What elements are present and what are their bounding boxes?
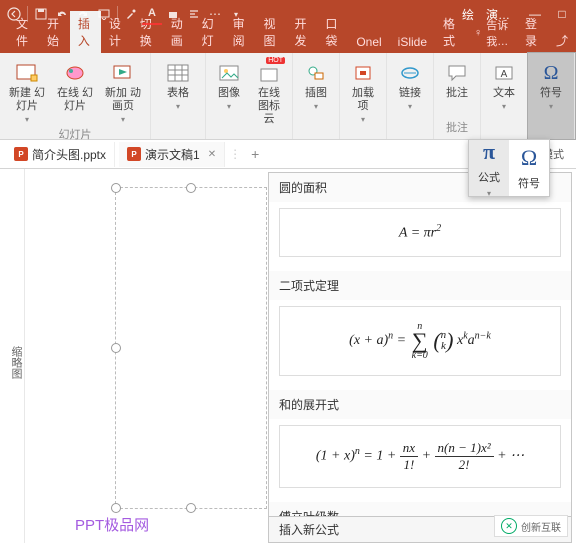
hot-icon: HOT bbox=[257, 61, 281, 85]
share-icon[interactable]: ⤴ bbox=[548, 28, 576, 53]
comments-button[interactable]: 批注 bbox=[440, 59, 474, 102]
images-button[interactable]: 图像 bbox=[212, 59, 246, 113]
symbols-button[interactable]: Ω 符号 bbox=[534, 59, 568, 113]
links-button[interactable]: 链接 bbox=[393, 59, 427, 113]
textbox-icon: A bbox=[492, 61, 516, 85]
symbols-dropdown: π 公式 ▾ Ω 符号 bbox=[468, 139, 550, 197]
comment-icon bbox=[445, 61, 469, 85]
undo-icon[interactable] bbox=[52, 4, 72, 24]
equation-gallery: 圆的面积 A = πr2 二项式定理 (x + a)n = n∑k=0 nk x… bbox=[268, 172, 572, 543]
online-icons-button[interactable]: HOT 在线 图标云 bbox=[252, 59, 286, 129]
add-tab-button[interactable]: + bbox=[245, 146, 265, 162]
gallery-heading-expansion: 和的展开式 bbox=[269, 390, 571, 419]
brand-watermark: ✕ 创新互联 bbox=[494, 515, 568, 537]
new-anim-icon bbox=[111, 61, 135, 85]
font-color-icon[interactable]: A bbox=[142, 3, 162, 25]
watermark-text: PPT极品网 bbox=[75, 514, 149, 535]
brand-icon: ✕ bbox=[501, 518, 517, 534]
online-slides-button[interactable]: 在线 幻灯片 bbox=[54, 59, 96, 115]
maximize-button[interactable]: □ bbox=[552, 4, 572, 24]
tab-format[interactable]: 格式 bbox=[435, 11, 466, 53]
ribbon: 新建 幻灯片 在线 幻灯片 新加 动画页 幻灯片 表格 bbox=[0, 53, 576, 140]
equation-circle-area[interactable]: A = πr2 bbox=[279, 208, 561, 257]
thumbnail-rail-label[interactable]: 缩略图 bbox=[0, 169, 25, 543]
align-icon[interactable] bbox=[184, 4, 204, 24]
svg-text:A: A bbox=[501, 69, 508, 80]
more-icon[interactable]: ⋯ bbox=[205, 4, 225, 24]
omega-icon: Ω bbox=[521, 145, 537, 171]
powerpoint-icon: P bbox=[127, 147, 141, 161]
content-placeholder[interactable] bbox=[115, 187, 267, 509]
equation-sum-expansion[interactable]: (1 + x)n = 1 + nx1! + n(n − 1)x²2! + ⋯ bbox=[279, 425, 561, 488]
slide-canvas[interactable]: PPT极品网 圆的面积 A = πr2 二项式定理 (x + a)n = n∑k… bbox=[25, 169, 576, 543]
equation-binomial-theorem[interactable]: (x + a)n = n∑k=0 nk xkan−k bbox=[279, 306, 561, 376]
eyedropper-icon[interactable] bbox=[121, 4, 141, 24]
tab-onekey[interactable]: Onel bbox=[348, 31, 389, 53]
illustrations-button[interactable]: 插图 bbox=[299, 59, 333, 113]
new-slide-icon bbox=[15, 61, 39, 85]
nav-back-icon[interactable] bbox=[4, 4, 24, 24]
gallery-heading-binomial: 二项式定理 bbox=[269, 271, 571, 300]
images-icon bbox=[217, 61, 241, 85]
text-button[interactable]: A 文本 bbox=[487, 59, 521, 113]
redo-icon[interactable] bbox=[73, 4, 93, 24]
pi-icon: π bbox=[483, 139, 495, 165]
powerpoint-icon: P bbox=[14, 147, 28, 161]
save-icon[interactable] bbox=[31, 4, 51, 24]
doc-tab-1[interactable]: P 简介头图.pptx bbox=[6, 142, 115, 167]
shape-fill-icon[interactable] bbox=[163, 4, 183, 24]
shapes-icon bbox=[304, 61, 328, 85]
workspace: 缩略图 PPT极品网 圆的面积 A = πr2 二项式定理 (x + a bbox=[0, 169, 576, 543]
new-anim-page-button[interactable]: 新加 动画页 bbox=[102, 59, 144, 126]
qat-customize-icon[interactable]: ▾ bbox=[226, 4, 246, 24]
login-button[interactable]: 登录 bbox=[517, 11, 548, 53]
tab-koudai[interactable]: 口袋 bbox=[317, 11, 348, 53]
tell-me-search[interactable]: ♀告诉我… bbox=[466, 13, 517, 53]
online-slides-icon bbox=[63, 61, 87, 85]
link-icon bbox=[398, 61, 422, 85]
slideshow-icon[interactable] bbox=[94, 4, 114, 24]
ribbon-tabs: 文件 开始 插入 设计 切换 动画 幻灯 审阅 视图 开发 口袋 Onel iS… bbox=[0, 28, 576, 53]
new-slide-button[interactable]: 新建 幻灯片 bbox=[6, 59, 48, 126]
tab-developer[interactable]: 开发 bbox=[286, 11, 317, 53]
doc-tab-2[interactable]: P 演示文稿1 ✕ bbox=[119, 142, 225, 167]
close-tab-icon[interactable]: ✕ bbox=[208, 149, 216, 160]
addins-icon bbox=[351, 61, 375, 85]
tab-islide[interactable]: iSlide bbox=[390, 31, 435, 53]
slides-group-label: 幻灯片 bbox=[59, 126, 92, 144]
comments-group-label: 批注 bbox=[446, 119, 468, 137]
addins-button[interactable]: 加载 项 bbox=[346, 59, 380, 126]
tab-view[interactable]: 视图 bbox=[256, 11, 287, 53]
table-icon bbox=[166, 61, 190, 85]
omega-icon: Ω bbox=[539, 61, 563, 85]
equation-split-button[interactable]: π 公式 ▾ bbox=[469, 140, 509, 196]
table-button[interactable]: 表格 bbox=[157, 59, 199, 113]
symbol-button[interactable]: Ω 符号 bbox=[509, 140, 549, 196]
